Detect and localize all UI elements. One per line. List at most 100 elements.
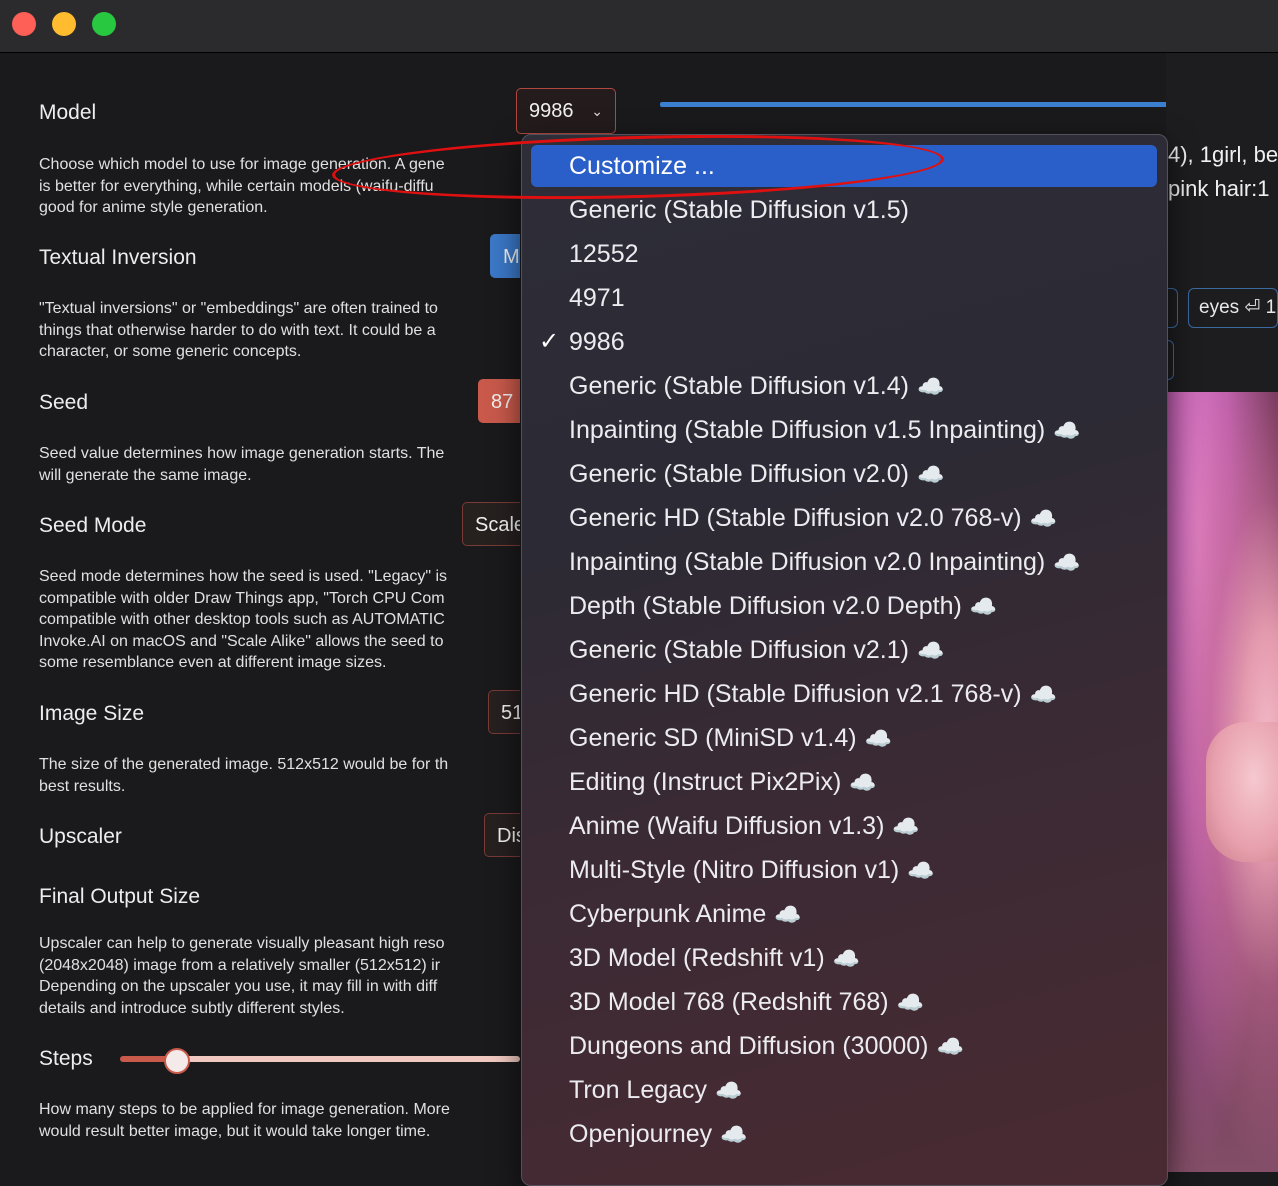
upscaler-select[interactable]: Dis bbox=[484, 813, 520, 857]
model-option-label: Anime (Waifu Diffusion v1.3) bbox=[569, 812, 885, 840]
model-option-14[interactable]: Editing (Instruct Pix2Pix) ☁️ bbox=[531, 761, 1157, 803]
title-bar bbox=[0, 0, 1278, 53]
cloud-icon: ☁️ bbox=[1029, 506, 1057, 531]
model-option-label: Cyberpunk Anime bbox=[569, 900, 767, 928]
model-option-label: 3D Model 768 (Redshift 768) bbox=[569, 988, 889, 1016]
cloud-icon: ☁️ bbox=[907, 858, 935, 883]
model-option-8[interactable]: Generic HD (Stable Diffusion v2.0 768-v)… bbox=[531, 497, 1157, 539]
steps-slider-knob[interactable] bbox=[164, 1048, 190, 1074]
image-size-label: Image Size bbox=[39, 702, 145, 725]
textual-inversion-description: "Textual inversions" or "embeddings" are… bbox=[39, 300, 438, 360]
seed-description: Seed value determines how image generati… bbox=[39, 445, 445, 484]
canvas-area bbox=[1166, 53, 1278, 1172]
image-detail bbox=[1206, 722, 1278, 862]
model-option-label: Generic (Stable Diffusion v1.4) bbox=[569, 372, 909, 400]
textual-inversion-button[interactable]: M bbox=[490, 234, 520, 278]
model-option-label: Generic (Stable Diffusion v1.5) bbox=[569, 196, 909, 224]
model-option-22[interactable]: Openjourney ☁️ bbox=[531, 1113, 1157, 1155]
seed-mode-label: Seed Mode bbox=[39, 514, 147, 537]
model-option-18[interactable]: 3D Model (Redshift v1) ☁️ bbox=[531, 937, 1157, 979]
model-description: Choose which model to use for image gene… bbox=[39, 156, 445, 216]
cloud-icon: ☁️ bbox=[916, 638, 945, 663]
cloud-icon: ☁️ bbox=[864, 726, 892, 751]
prompt-text-line-1[interactable]: 4), 1girl, be bbox=[1168, 142, 1278, 168]
zoom-window-button[interactable] bbox=[92, 12, 116, 36]
cloud-icon: ☁️ bbox=[1029, 682, 1057, 707]
seed-mode-select[interactable]: Scale bbox=[462, 502, 520, 546]
seed-mode-description: Seed mode determines how the seed is use… bbox=[39, 568, 448, 671]
settings-panel: Model Choose which model to use for imag… bbox=[0, 53, 520, 1172]
cloud-icon: ☁️ bbox=[892, 814, 920, 839]
model-option-9[interactable]: Inpainting (Stable Diffusion v2.0 Inpain… bbox=[531, 541, 1157, 583]
model-option-13[interactable]: Generic SD (MiniSD v1.4) ☁️ bbox=[531, 717, 1157, 759]
cloud-icon: ☁️ bbox=[936, 1034, 964, 1059]
model-option-label: 12552 bbox=[569, 240, 639, 268]
model-option-1[interactable]: Generic (Stable Diffusion v1.5) bbox=[531, 189, 1157, 231]
cloud-icon: ☁️ bbox=[720, 1122, 748, 1147]
model-option-0[interactable]: Customize ... bbox=[531, 145, 1157, 187]
model-dropdown-menu: Customize ... Generic (Stable Diffusion v… bbox=[521, 134, 1168, 1186]
model-option-label: Generic SD (MiniSD v1.4) bbox=[569, 724, 857, 752]
model-option-21[interactable]: Tron Legacy ☁️ bbox=[531, 1069, 1157, 1111]
model-label: Model bbox=[39, 101, 97, 124]
model-option-20[interactable]: Dungeons and Diffusion (30000) ☁️ bbox=[531, 1025, 1157, 1067]
cloud-icon: ☁️ bbox=[715, 1078, 743, 1103]
cloud-icon: ☁️ bbox=[916, 462, 945, 487]
model-option-5[interactable]: Generic (Stable Diffusion v1.4) ☁️ bbox=[531, 365, 1157, 407]
model-option-label: 9986 bbox=[569, 328, 625, 356]
model-option-11[interactable]: Generic (Stable Diffusion v2.1) ☁️ bbox=[531, 629, 1157, 671]
image-size-select[interactable]: 51 bbox=[488, 690, 520, 734]
upscaler-label: Upscaler bbox=[39, 825, 122, 848]
model-option-label: 3D Model (Redshift v1) bbox=[569, 944, 825, 972]
model-option-17[interactable]: Cyberpunk Anime ☁️ bbox=[531, 893, 1157, 935]
cloud-icon: ☁️ bbox=[1053, 418, 1081, 443]
model-option-2[interactable]: 12552 bbox=[531, 233, 1157, 275]
textual-inversion-label: Textual Inversion bbox=[39, 246, 197, 269]
chevron-down-icon: ⌄ bbox=[591, 103, 603, 119]
cloud-icon: ☁️ bbox=[896, 990, 925, 1015]
cloud-icon: ☁️ bbox=[774, 902, 802, 927]
model-option-label: Generic (Stable Diffusion v2.0) bbox=[569, 460, 909, 488]
model-select-button[interactable]: 9986 ⌄ bbox=[516, 88, 616, 134]
generated-image bbox=[1166, 392, 1278, 1172]
model-select-value: 9986 bbox=[529, 100, 574, 122]
model-option-label: Generic HD (Stable Diffusion v2.0 768-v) bbox=[569, 504, 1022, 532]
minimize-window-button[interactable] bbox=[52, 12, 76, 36]
model-option-label: Inpainting (Stable Diffusion v2.0 Inpain… bbox=[569, 548, 1046, 576]
model-option-7[interactable]: Generic (Stable Diffusion v2.0) ☁️ bbox=[531, 453, 1157, 495]
model-option-10[interactable]: Depth (Stable Diffusion v2.0 Depth) ☁️ bbox=[531, 585, 1157, 627]
cloud-icon: ☁️ bbox=[849, 770, 877, 795]
model-option-19[interactable]: 3D Model 768 (Redshift 768) ☁️ bbox=[531, 981, 1157, 1023]
model-option-label: Inpainting (Stable Diffusion v1.5 Inpain… bbox=[569, 416, 1046, 444]
cloud-icon: ☁️ bbox=[1053, 550, 1081, 575]
model-option-16[interactable]: Multi-Style (Nitro Diffusion v1) ☁️ bbox=[531, 849, 1157, 891]
close-window-button[interactable] bbox=[12, 12, 36, 36]
model-option-label: Depth (Stable Diffusion v2.0 Depth) bbox=[569, 592, 962, 620]
cloud-icon: ☁️ bbox=[916, 374, 945, 399]
model-option-6[interactable]: Inpainting (Stable Diffusion v1.5 Inpain… bbox=[531, 409, 1157, 451]
model-option-label: Customize ... bbox=[569, 152, 715, 180]
model-option-label: Generic HD (Stable Diffusion v2.1 768-v) bbox=[569, 680, 1022, 708]
model-option-label: Generic (Stable Diffusion v2.1) bbox=[569, 636, 909, 664]
model-option-12[interactable]: Generic HD (Stable Diffusion v2.1 768-v)… bbox=[531, 673, 1157, 715]
model-option-label: Editing (Instruct Pix2Pix) bbox=[569, 768, 842, 796]
cloud-icon: ☁️ bbox=[969, 594, 998, 619]
final-output-size-description: Upscaler can help to generate visually p… bbox=[39, 935, 445, 1017]
steps-label: Steps bbox=[39, 1047, 93, 1070]
model-option-15[interactable]: Anime (Waifu Diffusion v1.3) ☁️ bbox=[531, 805, 1157, 847]
model-option-label: 4971 bbox=[569, 284, 625, 312]
seed-label: Seed bbox=[39, 391, 89, 414]
prompt-text-line-2[interactable]: pink hair:1 bbox=[1168, 176, 1270, 202]
checkmark-icon: ✓ bbox=[539, 328, 560, 355]
model-option-3[interactable]: 4971 bbox=[531, 277, 1157, 319]
model-option-label: Multi-Style (Nitro Diffusion v1) bbox=[569, 856, 900, 884]
cloud-icon: ☁️ bbox=[832, 946, 861, 971]
model-option-4[interactable]: ✓ 9986 bbox=[531, 321, 1157, 363]
model-option-label: Tron Legacy bbox=[569, 1076, 708, 1104]
prompt-chip-eyes[interactable]: eyes ⏎ 1 bbox=[1188, 288, 1278, 328]
image-size-description: The size of the generated image. 512x512… bbox=[39, 756, 449, 795]
final-output-size-label: Final Output Size bbox=[39, 885, 201, 908]
steps-description: How many steps to be applied for image g… bbox=[39, 1101, 450, 1140]
seed-field[interactable]: 87 bbox=[478, 379, 520, 423]
model-option-label: Dungeons and Diffusion (30000) bbox=[569, 1032, 929, 1060]
